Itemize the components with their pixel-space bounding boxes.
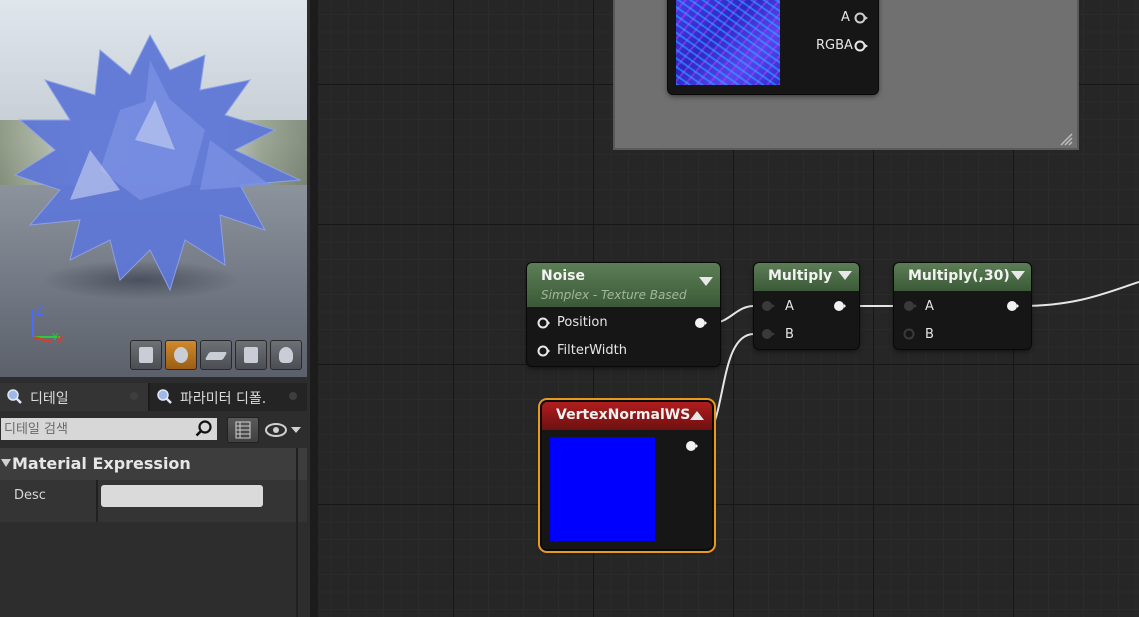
section-title: Material Expression: [12, 454, 191, 473]
cube-preview-button[interactable]: [235, 340, 267, 370]
multiply-30-node-title: Multiply(,30): [908, 268, 1010, 284]
input-pin-b-icon[interactable]: [903, 327, 917, 341]
noise-node-subtitle: Simplex - Texture Based: [541, 288, 687, 302]
tab-close-icon[interactable]: [130, 392, 138, 400]
property-matrix-button[interactable]: [227, 417, 259, 443]
desc-field[interactable]: [101, 485, 263, 507]
preview-mesh: [13, 33, 302, 292]
output-pin-icon[interactable]: [684, 439, 698, 453]
output-pin-a-icon[interactable]: [854, 11, 868, 25]
vertex-normal-preview-swatch: [550, 437, 655, 541]
cube-icon: [244, 347, 258, 363]
output-pin-rgba-icon[interactable]: [854, 39, 868, 53]
pin-rgba-label: RGBA: [816, 38, 853, 53]
sphere-icon: [174, 347, 188, 363]
resize-grip-icon[interactable]: [1059, 132, 1073, 146]
texture-sample-node[interactable]: A RGBA: [668, 0, 878, 94]
texture-preview-image: [676, 0, 780, 85]
panel-tab-bar: 디테일 파라미터 디폴.: [0, 383, 307, 411]
parameters-tab-icon: [157, 389, 172, 404]
multiply-node-header[interactable]: Multiply: [754, 263, 859, 291]
material-expression-section-header[interactable]: Material Expression: [0, 448, 307, 480]
axis-gizmo: Z X Y: [32, 304, 64, 347]
tab-close-icon[interactable]: [289, 392, 297, 400]
pin-a-label: A: [785, 299, 794, 314]
multiply-30-node[interactable]: Multiply(,30) A B: [894, 263, 1031, 349]
vertex-normal-ws-node-title: VertexNormalWS: [556, 407, 691, 423]
multiply-node[interactable]: Multiply A B: [754, 263, 859, 349]
noise-node[interactable]: Noise Simplex - Texture Based Position F…: [527, 263, 720, 366]
material-preview-viewport[interactable]: Z X Y: [0, 0, 307, 377]
output-pin-icon[interactable]: [693, 316, 707, 330]
tab-parameter-defaults[interactable]: 파라미터 디폴.: [150, 383, 307, 411]
teapot-preview-button[interactable]: [270, 340, 302, 370]
plane-icon: [204, 352, 228, 360]
pin-b-label: B: [925, 327, 934, 342]
details-search-row: [0, 413, 307, 445]
output-pin-icon[interactable]: [832, 299, 846, 313]
pin-position-label: Position: [557, 315, 608, 330]
pin-b-label: B: [785, 327, 794, 342]
pin-filterwidth-label: FilterWidth: [557, 343, 627, 358]
collapse-arrow-icon[interactable]: [690, 411, 704, 420]
sphere-preview-button[interactable]: [165, 340, 197, 370]
collapse-arrow-icon[interactable]: [1011, 271, 1025, 280]
scrollbar-track[interactable]: [296, 448, 298, 617]
noise-node-header[interactable]: Noise Simplex - Texture Based: [527, 263, 720, 307]
input-pin-position-icon[interactable]: [536, 316, 550, 330]
collapse-arrow-icon[interactable]: [699, 277, 713, 286]
multiply-node-title: Multiply: [768, 268, 833, 284]
property-row-desc: Desc: [0, 480, 307, 522]
tab-details-label: 디테일: [30, 391, 69, 407]
vertex-normal-ws-node[interactable]: VertexNormalWS: [542, 402, 712, 549]
tab-parameter-defaults-label: 파라미터 디폴.: [180, 391, 267, 407]
input-pin-a-icon[interactable]: [761, 299, 775, 313]
input-pin-filterwidth-icon[interactable]: [536, 344, 550, 358]
panel-splitter[interactable]: [310, 0, 318, 617]
collapse-triangle-icon: [1, 459, 11, 467]
column-divider[interactable]: [96, 480, 98, 522]
desc-label: Desc: [14, 488, 46, 503]
noise-node-title: Noise: [541, 268, 585, 284]
search-icon[interactable]: [195, 420, 213, 438]
material-graph-canvas[interactable]: A RGBA Noise Simplex - Texture Based Pos…: [318, 0, 1139, 617]
axis-y-label: Y: [51, 332, 59, 343]
input-pin-b-icon[interactable]: [761, 327, 775, 341]
teapot-icon: [279, 347, 293, 363]
collapse-arrow-icon[interactable]: [838, 271, 852, 280]
cylinder-icon: [139, 347, 153, 363]
pin-a-label: A: [925, 299, 934, 314]
grid-icon: [235, 421, 251, 439]
left-panel: Z X Y 디테일 파라미터 디폴. 디테일 검색 Material Expre…: [0, 0, 310, 617]
tab-details[interactable]: 디테일: [0, 383, 148, 411]
details-tab-icon: [7, 389, 22, 404]
axis-z-label: Z: [35, 304, 44, 319]
plane-preview-button[interactable]: [200, 340, 232, 370]
multiply-30-node-header[interactable]: Multiply(,30): [894, 263, 1031, 291]
pin-a-label: A: [841, 10, 850, 25]
input-pin-a-icon[interactable]: [903, 299, 917, 313]
output-pin-icon[interactable]: [1005, 299, 1019, 313]
details-search-input[interactable]: [1, 418, 217, 440]
vertex-normal-ws-node-header[interactable]: VertexNormalWS: [542, 402, 712, 430]
visibility-eye-icon[interactable]: [264, 421, 304, 439]
cylinder-preview-button[interactable]: [130, 340, 162, 370]
